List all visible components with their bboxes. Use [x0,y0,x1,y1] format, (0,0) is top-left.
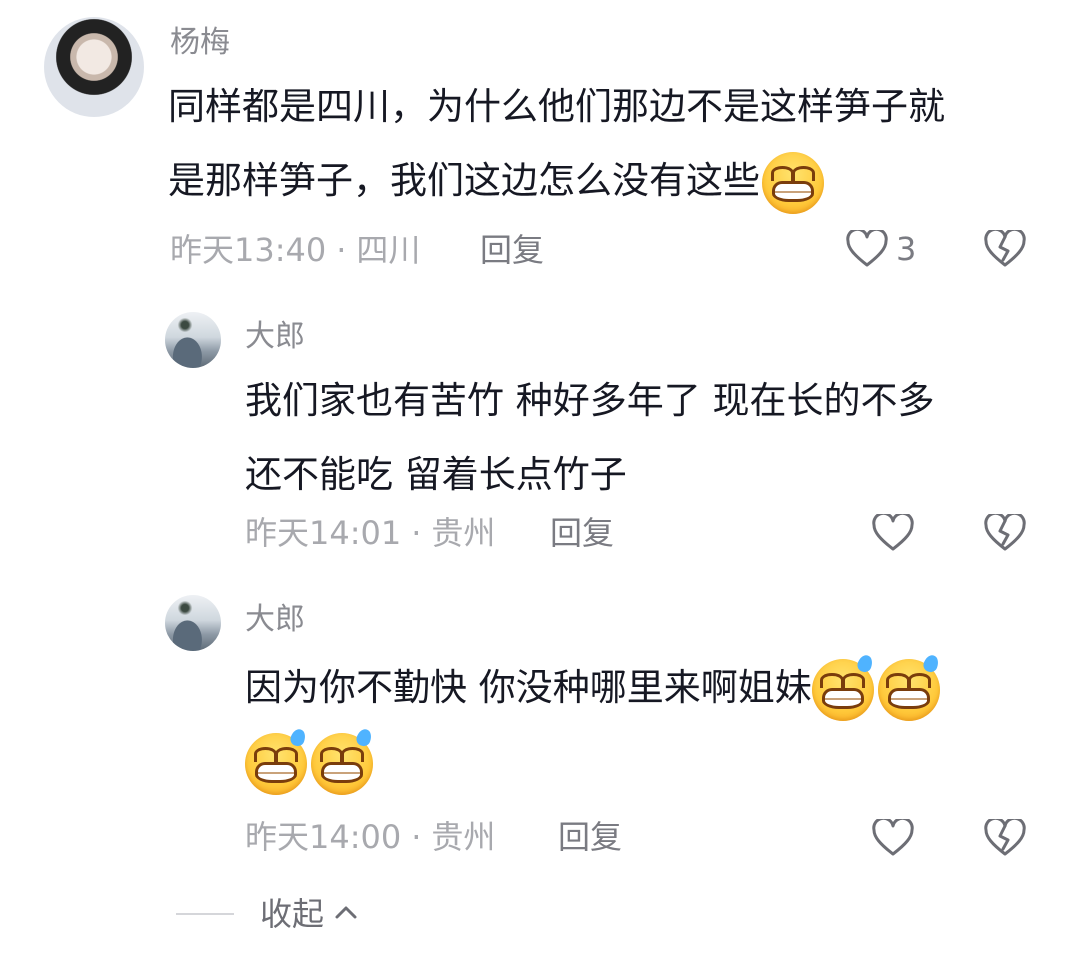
meta-separator: · [336,231,347,269]
timestamp: 昨天14:00 [245,818,402,856]
broken-heart-icon [984,230,1026,268]
comment-text-line-2: 还不能吃 留着长点竹子 [245,453,627,496]
avatar[interactable] [44,17,144,117]
comment-text: 同样都是四川，为什么他们那边不是这样笋子就 是那样笋子，我们这边怎么没有这些 [168,70,1048,218]
comment-text: 我们家也有苦竹 种好多年了 现在长的不多 还不能吃 留着长点竹子 [245,364,1045,512]
heart-icon [846,230,888,268]
comment-3: 大郎 因为你不勤快 你没种哪里来啊姐妹 昨天14:00 · 贵州 回复 [0,585,1080,885]
location: 四川 [356,231,421,269]
comment-text-line-1: 同样都是四川，为什么他们那边不是这样笋子就 [168,85,945,128]
timestamp: 昨天14:01 [245,514,402,552]
grin-sweat-icon [245,726,308,795]
comment-meta: 昨天14:01 · 贵州 [245,517,495,549]
collapse-replies-button[interactable]: 收起 [176,898,358,930]
username[interactable]: 大郎 [245,322,305,352]
broken-heart-icon [984,819,1026,857]
grin-sweat-icon [311,726,374,795]
heart-icon [872,819,914,857]
dislike-button[interactable] [984,819,1026,857]
timestamp: 昨天13:40 [170,231,327,269]
username[interactable]: 杨梅 [170,28,230,58]
comment-text-line-1: 因为你不勤快 你没种哪里来啊姐妹 [245,666,812,709]
broken-heart-icon [984,514,1026,552]
location: 贵州 [431,514,496,552]
avatar[interactable] [165,595,221,651]
like-button[interactable] [872,819,914,857]
like-button[interactable] [872,514,914,552]
comment-meta: 昨天14:00 · 贵州 [245,821,495,853]
meta-separator: · [411,818,422,856]
reply-button[interactable]: 回复 [480,231,544,269]
comment-text-line-2: 是那样笋子，我们这边怎么没有这些 [168,159,760,202]
comment-1: 杨梅 同样都是四川，为什么他们那边不是这样笋子就 是那样笋子，我们这边怎么没有这… [0,0,1080,290]
comment-2: 大郎 我们家也有苦竹 种好多年了 现在长的不多 还不能吃 留着长点竹子 昨天14… [0,300,1080,580]
reply-button[interactable]: 回复 [558,818,622,856]
grin-sweat-icon [811,652,874,721]
collapse-label: 收起 [260,895,325,933]
divider [176,913,234,915]
chevron-up-icon [334,904,358,924]
grin-sweat-icon [877,652,940,721]
comment-text: 因为你不勤快 你没种哪里来啊姐妹 [245,651,1045,799]
grin-icon [762,151,824,214]
username[interactable]: 大郎 [245,605,305,635]
heart-icon [872,514,914,552]
like-button[interactable]: 3 [846,230,916,268]
meta-separator: · [411,514,422,552]
avatar[interactable] [165,312,221,368]
dislike-button[interactable] [984,514,1026,552]
reply-button[interactable]: 回复 [550,514,614,552]
comment-meta: 昨天13:40 · 四川 [170,234,420,266]
dislike-button[interactable] [984,230,1026,268]
comment-text-line-1: 我们家也有苦竹 种好多年了 现在长的不多 [245,379,935,422]
location: 贵州 [431,818,496,856]
like-count: 3 [896,230,917,268]
